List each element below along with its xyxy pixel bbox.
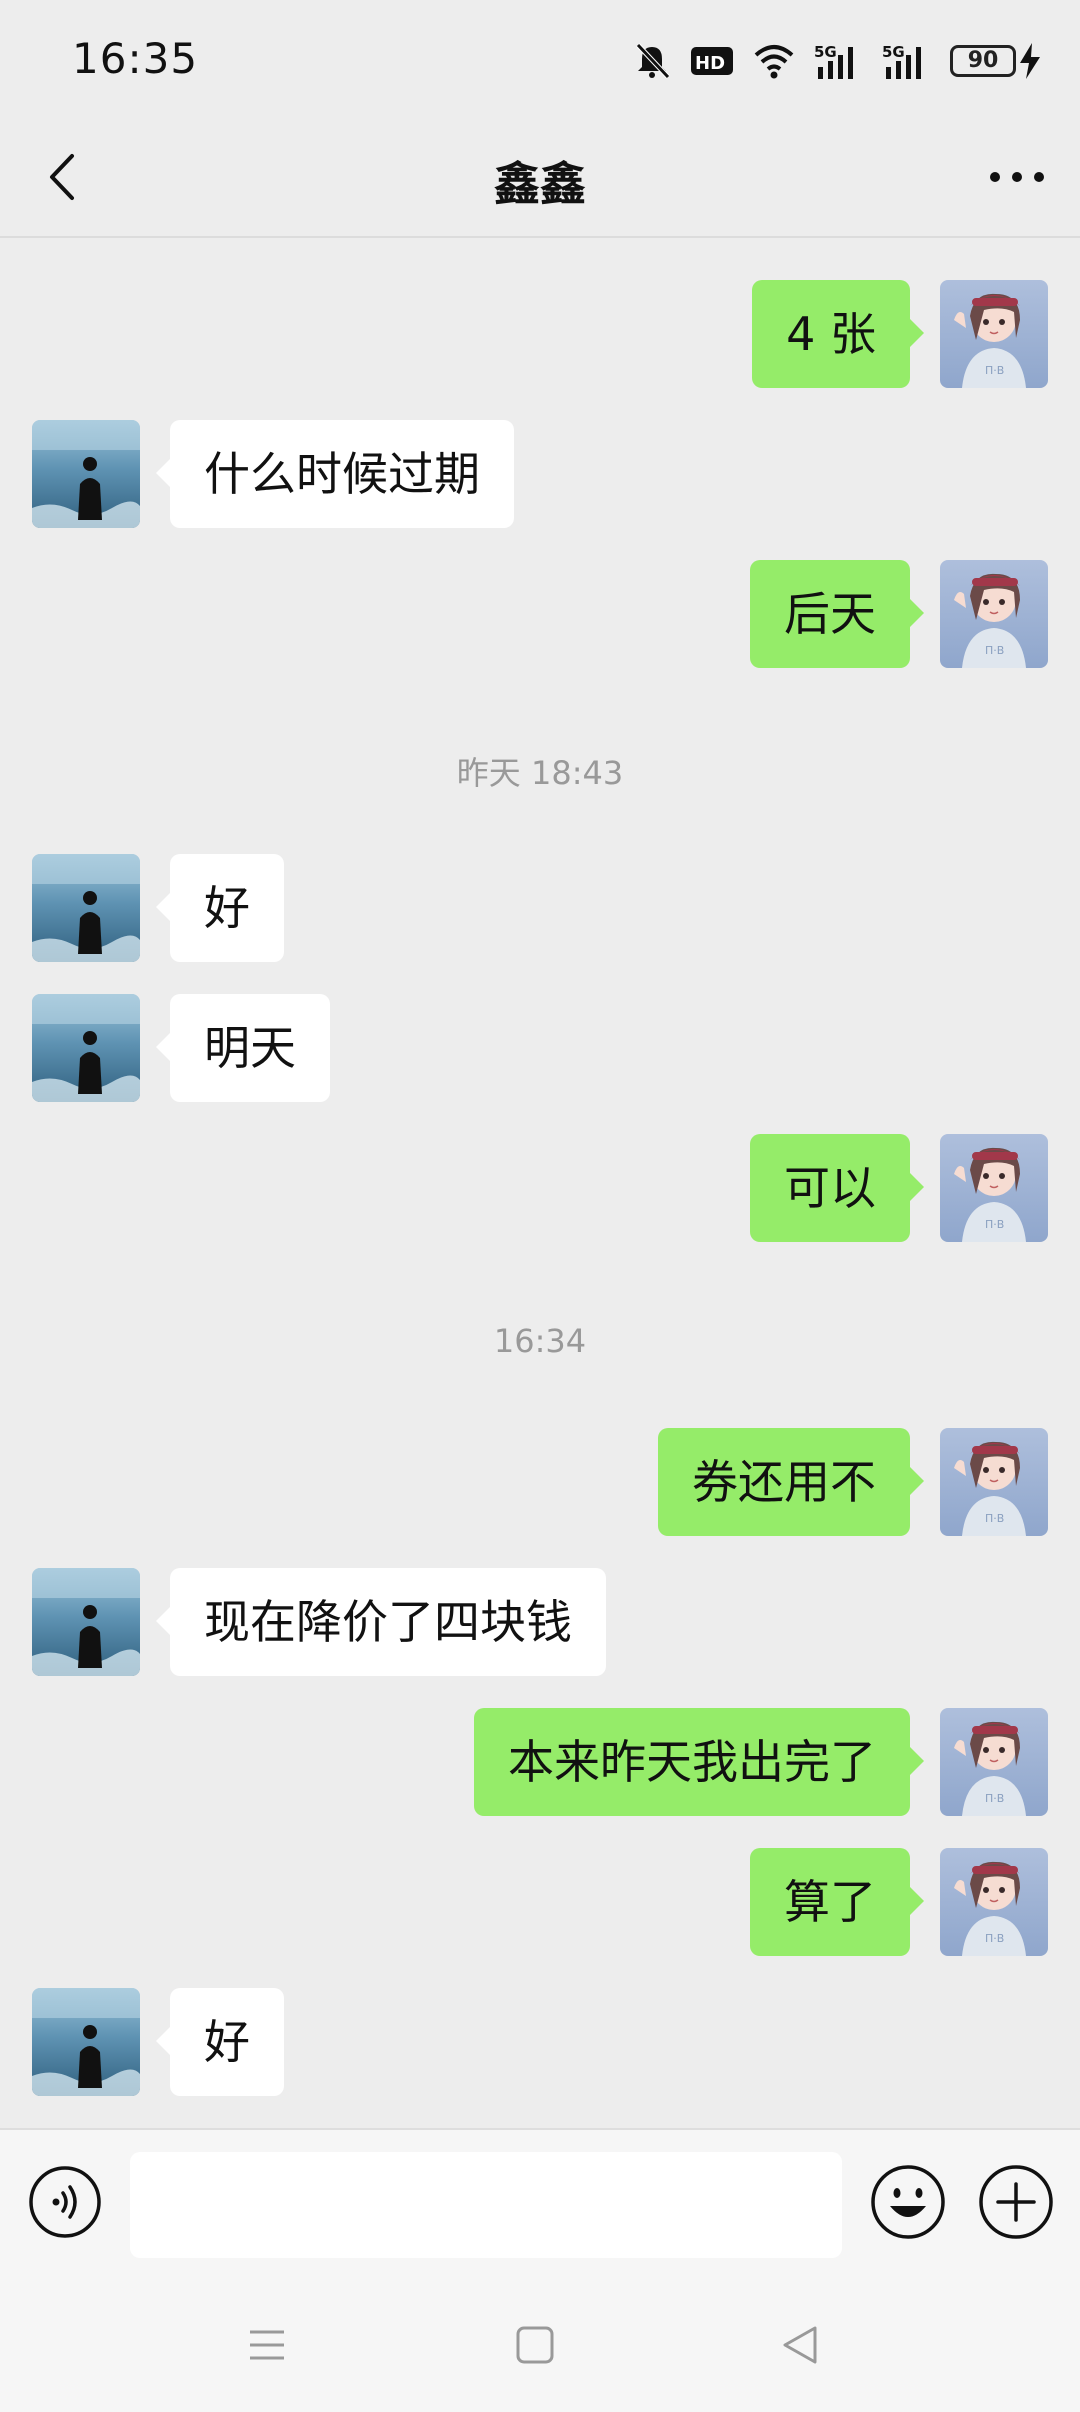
more-icon: [990, 172, 1044, 182]
contact-avatar[interactable]: [32, 854, 140, 962]
message-bubble[interactable]: 好: [156, 854, 284, 962]
message-bubble[interactable]: 好: [156, 1988, 284, 2096]
signal-5g-icon: 5G: [814, 41, 864, 81]
contact-avatar[interactable]: [32, 1988, 140, 2096]
signal-5g-label: 5G: [814, 43, 837, 61]
status-icons: HD 5G 5G 90: [632, 36, 1040, 86]
timestamp: 16:34: [493, 1322, 587, 1360]
voice-icon: [29, 2166, 101, 2238]
message-bubble[interactable]: 什么时候过期: [156, 420, 514, 528]
message-row: 好: [0, 854, 1080, 962]
wifi-icon: [752, 41, 796, 81]
emoji-button[interactable]: [870, 2164, 946, 2240]
chat-screen: 16:35 HD 5G 5G 90 鑫鑫 4 张 什么时候过期 后天 昨天 18…: [0, 0, 1080, 2412]
message-bubble[interactable]: 可以: [750, 1134, 924, 1242]
input-bar: [0, 2128, 1080, 2278]
signal-5g-label: 5G: [882, 43, 905, 61]
my-avatar[interactable]: [940, 1428, 1048, 1536]
timestamp: 昨天 18:43: [456, 754, 624, 792]
message-row: 好: [0, 1988, 1080, 2096]
contact-avatar[interactable]: [32, 420, 140, 528]
my-avatar[interactable]: [940, 1134, 1048, 1242]
message-row: 明天: [0, 994, 1080, 1102]
my-avatar[interactable]: [940, 560, 1048, 668]
back-icon: [783, 2326, 817, 2364]
message-row: 什么时候过期: [0, 420, 1080, 528]
message-row: 本来昨天我出完了: [0, 1708, 1080, 1816]
my-avatar[interactable]: [940, 1848, 1048, 1956]
message-row: 4 张: [0, 280, 1080, 388]
status-bar: 16:35 HD 5G 5G 90: [0, 0, 1080, 120]
mute-icon: [632, 41, 672, 81]
status-time: 16:35: [72, 34, 199, 83]
voice-button[interactable]: [28, 2165, 102, 2239]
contact-avatar[interactable]: [32, 1568, 140, 1676]
message-bubble[interactable]: 明天: [156, 994, 330, 1102]
message-row: 算了: [0, 1848, 1080, 1956]
message-bubble[interactable]: 算了: [750, 1848, 924, 1956]
charging-icon: [1020, 43, 1040, 79]
menu-icon: [250, 2330, 284, 2360]
message-bubble[interactable]: 券还用不: [658, 1428, 924, 1536]
contact-avatar[interactable]: [32, 994, 140, 1102]
message-bubble[interactable]: 4 张: [752, 280, 924, 388]
message-row: 券还用不: [0, 1428, 1080, 1536]
recent-apps-button[interactable]: [242, 2320, 292, 2370]
message-row: 后天: [0, 560, 1080, 668]
message-input[interactable]: [130, 2152, 842, 2258]
my-avatar[interactable]: [940, 1708, 1048, 1816]
signal-5g-icon: 5G: [882, 41, 932, 81]
home-button[interactable]: [510, 2320, 560, 2370]
battery-level: 90: [950, 45, 1016, 77]
hd-icon: HD: [690, 44, 734, 78]
plus-icon: [979, 2165, 1053, 2239]
message-list[interactable]: 4 张 什么时候过期 后天 昨天 18:43 好 明天 可以 16:34 券还用…: [0, 238, 1080, 2128]
hd-label: HD: [695, 53, 725, 74]
system-nav-bar: [0, 2278, 1080, 2412]
message-bubble[interactable]: 本来昨天我出完了: [474, 1708, 924, 1816]
emoji-icon: [871, 2165, 945, 2239]
battery-icon: 90: [950, 43, 1040, 79]
message-row: 现在降价了四块钱: [0, 1568, 1080, 1676]
my-avatar[interactable]: [940, 280, 1048, 388]
more-button[interactable]: [982, 142, 1052, 212]
chat-title: 鑫鑫: [494, 157, 586, 211]
home-icon: [516, 2326, 554, 2364]
system-back-button[interactable]: [775, 2320, 825, 2370]
message-bubble[interactable]: 现在降价了四块钱: [156, 1568, 606, 1676]
message-row: 可以: [0, 1134, 1080, 1242]
chat-header: 鑫鑫: [0, 120, 1080, 238]
more-actions-button[interactable]: [978, 2164, 1054, 2240]
message-bubble[interactable]: 后天: [750, 560, 924, 668]
